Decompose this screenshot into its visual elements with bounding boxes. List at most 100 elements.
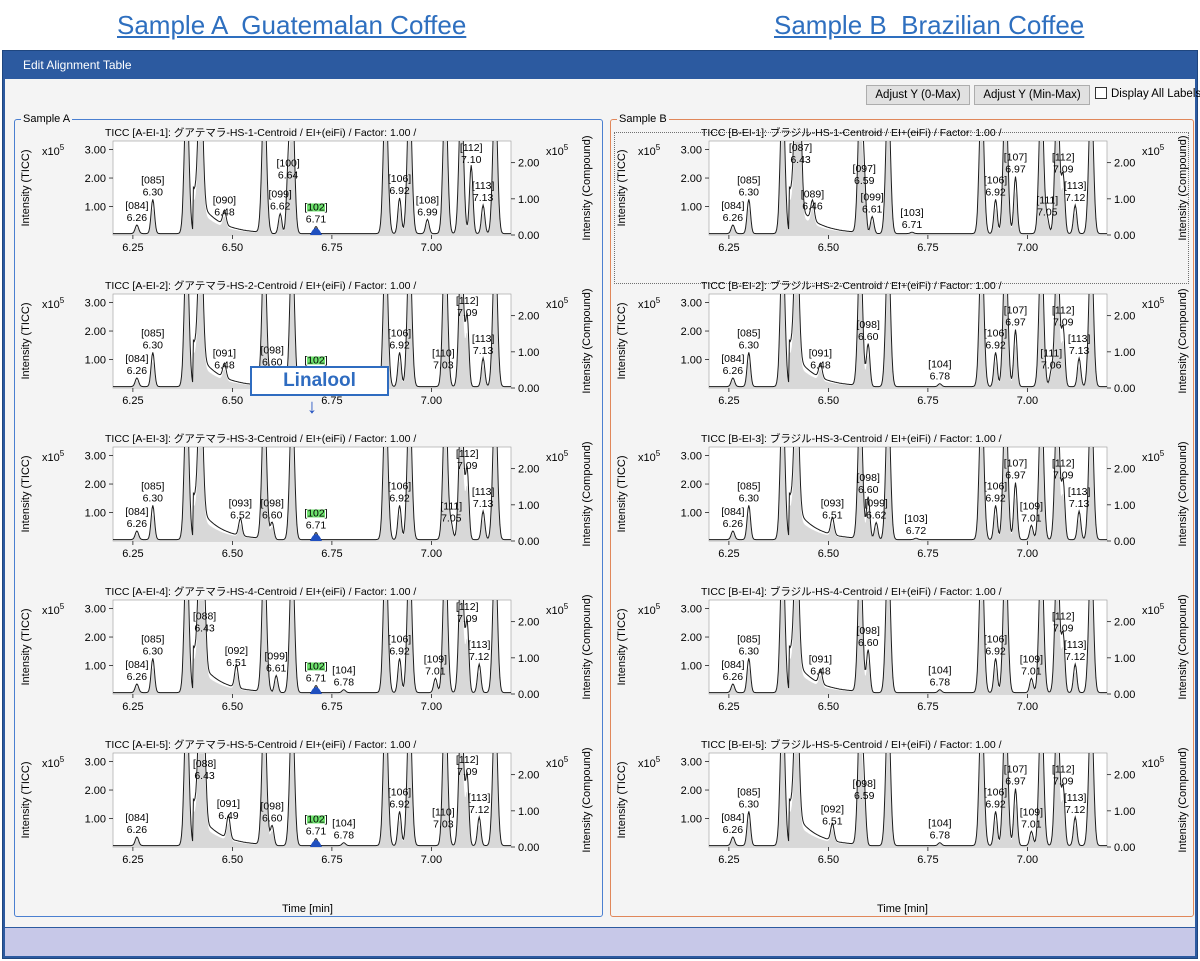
x-tick-label: 6.25 <box>122 395 143 407</box>
y-left-axis-label: Intensity (TICC) <box>20 149 32 226</box>
x-tick-label: 6.50 <box>222 242 243 254</box>
y-left-tick-label: 1.00 <box>681 814 702 826</box>
peak-id-label: [112] <box>456 601 479 613</box>
peak-id-label: [106] <box>388 633 411 645</box>
status-bar <box>5 928 1195 956</box>
peak-rt-label: 6.92 <box>389 492 410 504</box>
y-right-exponent: x105 <box>1142 755 1165 770</box>
chromatogram-svg: TICC [B-EI-1]: ブラジル-HS-1-Centroid / EI+(… <box>616 126 1189 254</box>
y-left-tick-label: 3.00 <box>85 145 106 157</box>
y-right-tick-label: 2.00 <box>1114 617 1135 629</box>
peak-id-label: [084] <box>125 506 148 518</box>
peak-rt-label: 6.26 <box>723 518 744 530</box>
y-left-tick-label: 3.00 <box>85 604 106 616</box>
y-left-axis-label: Intensity (TICC) <box>20 608 32 685</box>
peak-id-label: [085] <box>141 633 164 645</box>
peak-rt-label: 6.26 <box>723 365 744 377</box>
sample-a-group: Sample A TICC [A-EI-1]: グアテマラ-HS-1-Centr… <box>14 112 603 917</box>
peak-id-label: [104] <box>928 359 951 371</box>
y-left-exponent: x105 <box>638 755 661 770</box>
x-tick-label: 6.75 <box>321 548 342 560</box>
adjust-y-min-max-button[interactable]: Adjust Y (Min-Max) <box>974 85 1090 105</box>
y-right-tick-label: 2.00 <box>1114 464 1135 476</box>
y-left-tick-label: 2.00 <box>681 173 702 185</box>
peak-rt-label: 7.13 <box>1069 345 1090 357</box>
x-tick-label: 6.75 <box>917 701 938 713</box>
chromatogram-a-1[interactable]: TICC [A-EI-1]: グアテマラ-HS-1-Centroid / EI+… <box>15 121 602 281</box>
peak-id-label: [104] <box>332 665 355 677</box>
display-all-labels-checkbox[interactable] <box>1095 87 1107 99</box>
peak-id-label: [098] <box>853 778 876 790</box>
x-tick-label: 6.25 <box>122 854 143 866</box>
x-tick-label: 6.25 <box>122 701 143 713</box>
peak-id-label: [109] <box>1020 653 1043 665</box>
peak-rt-label: 6.99 <box>417 206 438 218</box>
peak-rt-label: 7.01 <box>1021 665 1042 677</box>
adjust-y-0-max-button[interactable]: Adjust Y (0-Max) <box>866 85 970 105</box>
y-left-exponent: x105 <box>638 602 661 617</box>
linalool-arrow-icon: ↓ <box>307 396 317 418</box>
peak-id-label: [112] <box>1052 458 1075 470</box>
y-left-tick-label: 3.00 <box>85 298 106 310</box>
peak-rt-label: 7.09 <box>1053 776 1074 788</box>
peak-id-label: [085] <box>737 480 760 492</box>
peak-rt-label: 7.12 <box>1065 804 1086 816</box>
peak-rt-label: 6.78 <box>930 830 951 842</box>
x-tick-label: 7.00 <box>421 701 442 713</box>
y-right-exponent: x105 <box>1142 296 1165 311</box>
peak-id-label: [091] <box>217 798 240 810</box>
x-tick-label: 7.00 <box>1017 701 1038 713</box>
chromatogram-b-4[interactable]: TICC [B-EI-4]: ブラジル-HS-4-Centroid / EI+(… <box>611 580 1193 740</box>
peak-rt-label: 6.92 <box>389 645 410 657</box>
y-right-tick-label: 0.00 <box>1114 383 1135 395</box>
y-left-axis-label: Intensity (TICC) <box>616 761 628 838</box>
peak-id-label: [084] <box>721 506 744 518</box>
x-tick-label: 6.75 <box>321 854 342 866</box>
x-tick-label: 6.50 <box>222 395 243 407</box>
peak-rt-label: 6.78 <box>930 677 951 689</box>
chromatogram-b-5[interactable]: TICC [B-EI-5]: ブラジル-HS-5-Centroid / EI+(… <box>611 733 1193 893</box>
peak-rt-label: 7.12 <box>469 804 490 816</box>
y-right-tick-label: 1.00 <box>1114 653 1135 665</box>
chromatogram-a-5[interactable]: TICC [A-EI-5]: グアテマラ-HS-5-Centroid / EI+… <box>15 733 602 893</box>
y-left-tick-label: 1.00 <box>85 508 106 520</box>
peak-rt-label: 7.09 <box>457 460 478 472</box>
chromatogram-b-3[interactable]: TICC [B-EI-3]: ブラジル-HS-3-Centroid / EI+(… <box>611 427 1193 587</box>
x-tick-label: 6.25 <box>718 548 739 560</box>
chromatogram-b-2[interactable]: TICC [B-EI-2]: ブラジル-HS-2-Centroid / EI+(… <box>611 274 1193 434</box>
peak-id-label: [111] <box>1040 347 1062 359</box>
y-right-tick-label: 2.00 <box>1114 770 1135 782</box>
peak-rt-label: 6.60 <box>858 331 879 343</box>
peak-rt-label: 7.01 <box>425 665 446 677</box>
x-axis-title-a: Time [min] <box>282 903 333 915</box>
peak-rt-label: 6.92 <box>389 185 410 197</box>
y-right-tick-label: 0.00 <box>518 383 539 395</box>
y-right-tick-label: 1.00 <box>518 194 539 206</box>
peak-id-label: [085] <box>141 480 164 492</box>
x-tick-label: 6.75 <box>917 854 938 866</box>
chromatogram-a-3[interactable]: TICC [A-EI-3]: グアテマラ-HS-3-Centroid / EI+… <box>15 427 602 587</box>
peak-id-label: [107] <box>1004 764 1027 776</box>
peak-rt-label: 6.43 <box>790 154 811 166</box>
peak-id-label: [113] <box>1068 486 1091 498</box>
peak-rt-label: 6.43 <box>194 623 215 635</box>
peak-rt-label: 6.92 <box>389 339 410 351</box>
peak-id-label: [098] <box>857 472 880 484</box>
peak-rt-label: 7.13 <box>1069 498 1090 510</box>
chromatogram-b-1[interactable]: TICC [B-EI-1]: ブラジル-HS-1-Centroid / EI+(… <box>611 121 1193 281</box>
y-right-exponent: x105 <box>1142 143 1165 158</box>
peak-rt-label: 7.01 <box>1021 512 1042 524</box>
peak-id-label: [106] <box>984 480 1007 492</box>
peak-rt-label: 6.30 <box>739 492 760 504</box>
peak-id-label: [098] <box>857 625 880 637</box>
x-tick-label: 7.00 <box>421 395 442 407</box>
y-right-tick-label: 1.00 <box>1114 500 1135 512</box>
peak-id-label: [099] <box>864 497 887 509</box>
peak-id-label: [107] <box>1004 458 1027 470</box>
peak-rt-label: 6.46 <box>802 201 823 213</box>
peak-id-label: [102] <box>304 201 327 213</box>
chromatogram-a-4[interactable]: TICC [A-EI-4]: グアテマラ-HS-4-Centroid / EI+… <box>15 580 602 740</box>
peak-id-label: [112] <box>1052 305 1075 317</box>
peak-rt-label: 6.71 <box>306 213 327 225</box>
y-left-axis-label: Intensity (TICC) <box>20 302 32 379</box>
